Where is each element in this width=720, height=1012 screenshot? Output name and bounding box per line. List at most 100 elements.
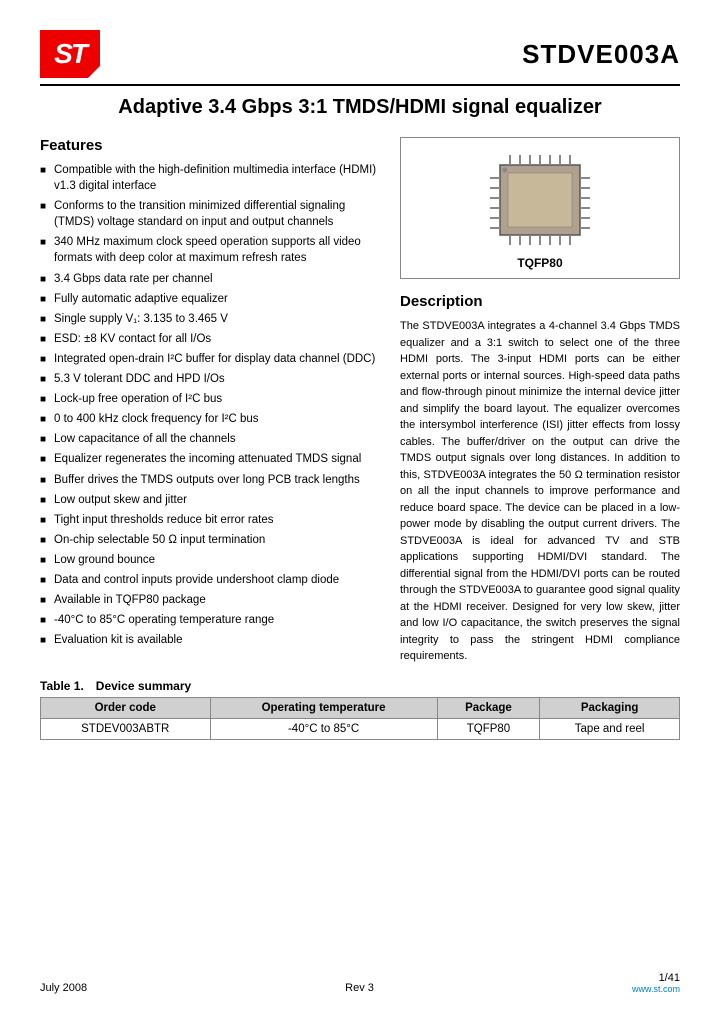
table-header-cell: Packaging: [540, 697, 680, 718]
table-header-cell: Operating temperature: [210, 697, 437, 718]
ic-image-box: TQFP80: [400, 137, 680, 279]
feature-text: Single supply V₁: 3.135 to 3.465 V: [54, 311, 228, 327]
st-logo: ST: [40, 30, 100, 78]
feature-text: Low capacitance of all the channels: [54, 431, 236, 447]
feature-bullet: ■: [40, 164, 54, 178]
feature-bullet: ■: [40, 333, 54, 347]
feature-bullet: ■: [40, 634, 54, 648]
footer-right: 1/41 www.st.com: [632, 972, 680, 994]
feature-bullet: ■: [40, 373, 54, 387]
feature-item: ■0 to 400 kHz clock frequency for I²C bu…: [40, 411, 380, 427]
feature-item: ■3.4 Gbps data rate per channel: [40, 271, 380, 287]
feature-bullet: ■: [40, 293, 54, 307]
feature-item: ■Low output skew and jitter: [40, 492, 380, 508]
feature-text: 5.3 V tolerant DDC and HPD I/Os: [54, 371, 225, 387]
header-divider: [40, 84, 680, 86]
feature-item: ■Equalizer regenerates the incoming atte…: [40, 451, 380, 467]
feature-item: ■Tight input thresholds reduce bit error…: [40, 512, 380, 528]
feature-text: Conforms to the transition minimized dif…: [54, 198, 380, 230]
feature-bullet: ■: [40, 453, 54, 467]
feature-text: 340 MHz maximum clock speed operation su…: [54, 234, 380, 266]
footer-date: July 2008: [40, 982, 87, 994]
device-table: Order codeOperating temperaturePackagePa…: [40, 697, 680, 740]
feature-item: ■Single supply V₁: 3.135 to 3.465 V: [40, 311, 380, 327]
feature-list: ■Compatible with the high-definition mul…: [40, 162, 380, 648]
feature-item: ■-40°C to 85°C operating temperature ran…: [40, 612, 380, 628]
feature-item: ■Lock-up free operation of I²C bus: [40, 391, 380, 407]
ic-chip-image: [475, 150, 605, 250]
table-header: Order codeOperating temperaturePackagePa…: [41, 697, 680, 718]
footer-watermark: www.st.com: [632, 984, 680, 994]
ic-label: TQFP80: [411, 256, 669, 270]
table-row: STDEV003ABTR-40°C to 85°CTQFP80Tape and …: [41, 718, 680, 739]
feature-bullet: ■: [40, 594, 54, 608]
feature-text: Data and control inputs provide undersho…: [54, 572, 339, 588]
header: ST STDVE003A: [40, 30, 680, 78]
table-header-row: Order codeOperating temperaturePackagePa…: [41, 697, 680, 718]
footer: July 2008 Rev 3 1/41 www.st.com: [40, 972, 680, 994]
feature-item: ■Fully automatic adaptive equalizer: [40, 291, 380, 307]
feature-text: Evaluation kit is available: [54, 632, 183, 648]
feature-item: ■Data and control inputs provide undersh…: [40, 572, 380, 588]
feature-item: ■Buffer drives the TMDS outputs over lon…: [40, 472, 380, 488]
table-cell: Tape and reel: [540, 718, 680, 739]
description-title: Description: [400, 293, 680, 310]
feature-text: ESD: ±8 KV contact for all I/Os: [54, 331, 211, 347]
feature-bullet: ■: [40, 393, 54, 407]
feature-text: Tight input thresholds reduce bit error …: [54, 512, 273, 528]
feature-item: ■Integrated open-drain I²C buffer for di…: [40, 351, 380, 367]
feature-text: -40°C to 85°C operating temperature rang…: [54, 612, 274, 628]
features-title: Features: [40, 137, 380, 154]
feature-text: Available in TQFP80 package: [54, 592, 206, 608]
feature-text: On-chip selectable 50 Ω input terminatio…: [54, 532, 265, 548]
feature-bullet: ■: [40, 200, 54, 214]
feature-bullet: ■: [40, 474, 54, 488]
main-content: Features ■Compatible with the high-defin…: [40, 137, 680, 665]
feature-text: Buffer drives the TMDS outputs over long…: [54, 472, 360, 488]
feature-item: ■ESD: ±8 KV contact for all I/Os: [40, 331, 380, 347]
product-name: STDVE003A: [522, 39, 680, 70]
feature-bullet: ■: [40, 353, 54, 367]
main-title: Adaptive 3.4 Gbps 3:1 TMDS/HDMI signal e…: [40, 96, 680, 119]
feature-item: ■5.3 V tolerant DDC and HPD I/Os: [40, 371, 380, 387]
device-summary-section: Table 1. Device summary Order codeOperat…: [40, 679, 680, 740]
feature-bullet: ■: [40, 534, 54, 548]
left-column: Features ■Compatible with the high-defin…: [40, 137, 380, 665]
feature-text: Integrated open-drain I²C buffer for dis…: [54, 351, 375, 367]
table-body: STDEV003ABTR-40°C to 85°CTQFP80Tape and …: [41, 718, 680, 739]
feature-bullet: ■: [40, 574, 54, 588]
feature-bullet: ■: [40, 413, 54, 427]
feature-text: Low ground bounce: [54, 552, 155, 568]
feature-text: Lock-up free operation of I²C bus: [54, 391, 222, 407]
feature-item: ■Conforms to the transition minimized di…: [40, 198, 380, 230]
feature-text: Low output skew and jitter: [54, 492, 187, 508]
table-cell: -40°C to 85°C: [210, 718, 437, 739]
feature-bullet: ■: [40, 313, 54, 327]
description-text: The STDVE003A integrates a 4-channel 3.4…: [400, 318, 680, 665]
feature-item: ■Low ground bounce: [40, 552, 380, 568]
table-cell: TQFP80: [437, 718, 540, 739]
table-caption: Table 1. Device summary: [40, 679, 680, 693]
table-header-cell: Package: [437, 697, 540, 718]
feature-text: Fully automatic adaptive equalizer: [54, 291, 228, 307]
table-cell: STDEV003ABTR: [41, 718, 211, 739]
feature-bullet: ■: [40, 494, 54, 508]
feature-item: ■Evaluation kit is available: [40, 632, 380, 648]
feature-item: ■340 MHz maximum clock speed operation s…: [40, 234, 380, 266]
table-header-cell: Order code: [41, 697, 211, 718]
feature-bullet: ■: [40, 433, 54, 447]
feature-bullet: ■: [40, 614, 54, 628]
footer-page: 1/41: [632, 972, 680, 984]
feature-text: 0 to 400 kHz clock frequency for I²C bus: [54, 411, 259, 427]
feature-text: Compatible with the high-definition mult…: [54, 162, 380, 194]
feature-text: 3.4 Gbps data rate per channel: [54, 271, 213, 287]
feature-item: ■Low capacitance of all the channels: [40, 431, 380, 447]
feature-item: ■Available in TQFP80 package: [40, 592, 380, 608]
feature-text: Equalizer regenerates the incoming atten…: [54, 451, 361, 467]
right-column: TQFP80 Description The STDVE003A integra…: [400, 137, 680, 665]
feature-bullet: ■: [40, 514, 54, 528]
logo-text: ST: [54, 38, 86, 70]
footer-rev: Rev 3: [345, 982, 374, 994]
feature-bullet: ■: [40, 273, 54, 287]
feature-bullet: ■: [40, 236, 54, 250]
